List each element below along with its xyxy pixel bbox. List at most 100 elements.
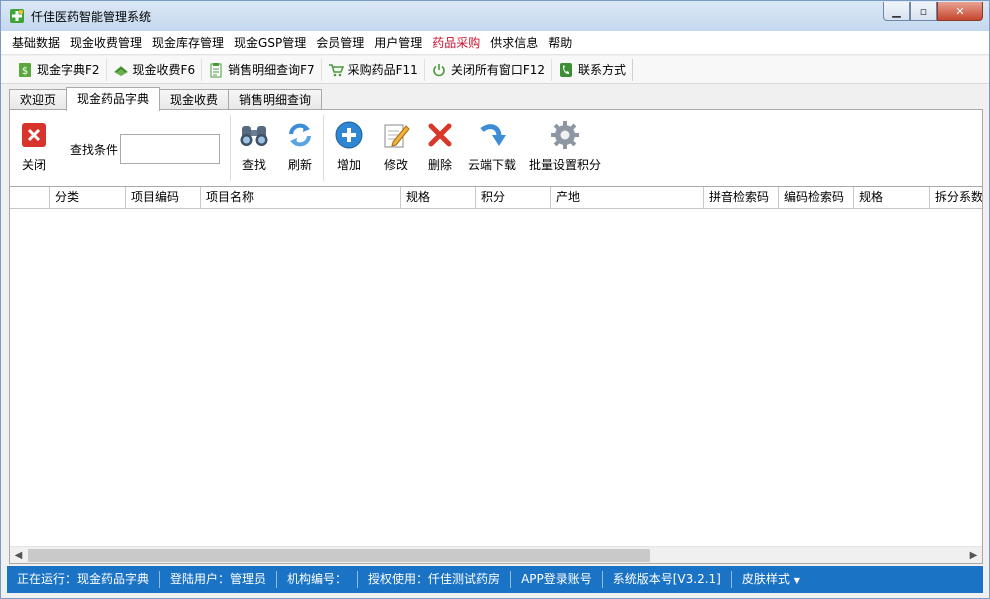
refresh-icon bbox=[285, 120, 315, 150]
quick-purchase-drugs-label: 采购药品F11 bbox=[347, 63, 418, 77]
batch-set-points-button[interactable]: 批量设置积分 bbox=[522, 110, 608, 180]
status-license: 授权使用：仟佳测试药房 bbox=[358, 571, 512, 588]
delete-label: 删除 bbox=[428, 158, 453, 172]
quick-close-all-windows-label: 关闭所有窗口F12 bbox=[450, 63, 546, 77]
tab-cash-drug-dictionary[interactable]: 现金药品字典 bbox=[66, 87, 161, 111]
download-arrow-icon bbox=[477, 120, 507, 150]
grid-header: 分类 项目编码 项目名称 规格 积分 产地 拼音检索码 编码检索码 规格 拆分系… bbox=[10, 187, 982, 209]
refresh-button[interactable]: 刷新 bbox=[277, 110, 323, 180]
menu-member-mgmt[interactable]: 会员管理 bbox=[311, 32, 369, 54]
menu-cash-gsp-mgmt[interactable]: 现金GSP管理 bbox=[229, 32, 311, 54]
menu-user-mgmt[interactable]: 用户管理 bbox=[369, 32, 427, 54]
grid-header-split-factor[interactable]: 拆分系数 bbox=[930, 187, 982, 208]
gear-icon bbox=[550, 120, 580, 150]
quick-contact[interactable]: 联系方式 bbox=[552, 58, 634, 81]
menu-help[interactable]: 帮助 bbox=[543, 32, 577, 54]
menu-drug-purchase[interactable]: 药品采购 bbox=[427, 32, 485, 54]
search-group: 查找条件 bbox=[70, 134, 221, 164]
quick-purchase-drugs[interactable]: 采购药品F11 bbox=[322, 58, 425, 81]
add-icon bbox=[334, 120, 364, 150]
grid-header-item-code[interactable]: 项目编码 bbox=[126, 187, 201, 208]
binoculars-icon bbox=[239, 120, 269, 150]
close-window-button[interactable]: ✕ bbox=[937, 2, 983, 21]
tab-welcome[interactable]: 欢迎页 bbox=[9, 89, 68, 111]
minimize-button[interactable]: ▁ bbox=[883, 2, 910, 21]
edit-button[interactable]: 修改 bbox=[374, 110, 418, 180]
menu-cash-charge-mgmt[interactable]: 现金收费管理 bbox=[65, 32, 147, 54]
quick-cash-dictionary[interactable]: $ 现金字典F2 bbox=[11, 58, 107, 81]
cash-register-icon bbox=[113, 62, 129, 78]
main-window: 仟佳医药智能管理系统 ▁ ▫ ✕ 基础数据 现金收费管理 现金库存管理 现金GS… bbox=[0, 0, 990, 599]
find-button[interactable]: 查找 bbox=[231, 110, 277, 180]
search-condition-label: 查找条件 bbox=[70, 142, 119, 157]
scrollbar-thumb[interactable] bbox=[28, 549, 650, 562]
grid-header-points[interactable]: 积分 bbox=[476, 187, 551, 208]
grid-header-item-name[interactable]: 项目名称 bbox=[201, 187, 401, 208]
status-bar: 正在运行：现金药品字典 登陆用户：管理员 机构编号： 授权使用：仟佳测试药房 A… bbox=[7, 566, 983, 593]
menu-bar: 基础数据 现金收费管理 现金库存管理 现金GSP管理 会员管理 用户管理 药品采… bbox=[1, 31, 989, 55]
drug-dictionary-grid: 分类 项目编码 项目名称 规格 积分 产地 拼音检索码 编码检索码 规格 拆分系… bbox=[10, 186, 982, 546]
quick-cash-charge-label: 现金收费F6 bbox=[132, 63, 196, 77]
power-icon bbox=[431, 62, 447, 78]
status-running: 正在运行：现金药品字典 bbox=[7, 571, 161, 588]
tab-sales-detail-query[interactable]: 销售明细查询 bbox=[228, 89, 323, 111]
chevron-down-icon: ▼ bbox=[793, 576, 800, 585]
scroll-left-icon[interactable]: ◀ bbox=[10, 547, 27, 564]
quick-contact-label: 联系方式 bbox=[578, 63, 627, 77]
grid-header-search-code[interactable]: 编码检索码 bbox=[779, 187, 854, 208]
maximize-icon: ▫ bbox=[919, 4, 928, 18]
status-org-id: 机构编号： bbox=[277, 571, 359, 588]
edit-label: 修改 bbox=[384, 158, 409, 172]
maximize-button[interactable]: ▫ bbox=[910, 2, 937, 21]
cloud-download-button[interactable]: 云端下载 bbox=[462, 110, 522, 180]
tab-strip: 欢迎页 现金药品字典 现金收费 销售明细查询 bbox=[9, 87, 323, 111]
menu-supply-demand[interactable]: 供求信息 bbox=[485, 32, 543, 54]
quick-close-all-windows[interactable]: 关闭所有窗口F12 bbox=[425, 58, 553, 81]
dictionary-toolbar: 关闭 查找条件 查找 刷新 增加 修改 删除 云端下载 批量设置积分 bbox=[10, 110, 982, 186]
status-user: 登陆用户：管理员 bbox=[160, 571, 278, 588]
tab-content-panel: 关闭 查找条件 查找 刷新 增加 修改 删除 云端下载 批量设置积分 分类 项目… bbox=[9, 109, 983, 564]
quick-sales-detail-query-label: 销售明细查询F7 bbox=[228, 63, 315, 77]
close-tab-button[interactable]: 关闭 bbox=[12, 110, 56, 180]
close-icon: ✕ bbox=[955, 4, 965, 18]
grid-header-spec[interactable]: 规格 bbox=[401, 187, 476, 208]
scroll-right-icon[interactable]: ▶ bbox=[965, 547, 982, 564]
search-condition-input[interactable] bbox=[120, 134, 221, 164]
phone-icon bbox=[558, 62, 574, 78]
edit-icon bbox=[381, 120, 411, 150]
quick-cash-dictionary-label: 现金字典F2 bbox=[37, 63, 100, 77]
menu-cash-inventory-mgmt[interactable]: 现金库存管理 bbox=[147, 32, 229, 54]
status-version: 系统版本号[V3.2.1] bbox=[603, 571, 732, 588]
cart-icon bbox=[328, 62, 344, 78]
menu-basic-data[interactable]: 基础数据 bbox=[7, 32, 65, 54]
window-controls: ▁ ▫ ✕ bbox=[883, 2, 983, 22]
grid-header-row-indicator[interactable] bbox=[10, 187, 50, 208]
horizontal-scrollbar[interactable]: ◀ ▶ bbox=[10, 546, 982, 563]
delete-button[interactable]: 删除 bbox=[418, 110, 462, 180]
dictionary-icon: $ bbox=[17, 62, 33, 78]
status-skin-dropdown[interactable]: 皮肤样式 ▼ bbox=[732, 571, 810, 588]
delete-icon bbox=[425, 120, 455, 150]
skin-style-label: 皮肤样式 bbox=[741, 572, 790, 586]
window-title: 仟佳医药智能管理系统 bbox=[31, 10, 152, 24]
status-app-login[interactable]: APP登录账号 bbox=[511, 571, 603, 588]
cloud-download-label: 云端下载 bbox=[468, 158, 517, 172]
close-red-icon bbox=[19, 120, 49, 150]
quick-sales-detail-query[interactable]: 销售明细查询F7 bbox=[202, 58, 322, 81]
refresh-label: 刷新 bbox=[288, 158, 313, 172]
add-button[interactable]: 增加 bbox=[324, 110, 374, 180]
tab-cash-charge[interactable]: 现金收费 bbox=[159, 89, 230, 111]
find-label: 查找 bbox=[242, 158, 267, 172]
quick-access-bar: $ 现金字典F2 现金收费F6 销售明细查询F7 采购药品F11 关闭所有窗口F… bbox=[1, 56, 989, 84]
quick-cash-charge[interactable]: 现金收费F6 bbox=[107, 58, 203, 81]
grid-header-category[interactable]: 分类 bbox=[50, 187, 126, 208]
grid-header-spec-2[interactable]: 规格 bbox=[854, 187, 930, 208]
close-tab-label: 关闭 bbox=[21, 158, 46, 172]
title-bar: 仟佳医药智能管理系统 ▁ ▫ ✕ bbox=[1, 1, 989, 31]
grid-body[interactable] bbox=[10, 209, 982, 545]
clipboard-icon bbox=[208, 62, 224, 78]
minimize-icon: ▁ bbox=[892, 4, 901, 18]
app-logo-icon bbox=[10, 9, 24, 23]
grid-header-pinyin-code[interactable]: 拼音检索码 bbox=[704, 187, 779, 208]
grid-header-origin[interactable]: 产地 bbox=[551, 187, 704, 208]
